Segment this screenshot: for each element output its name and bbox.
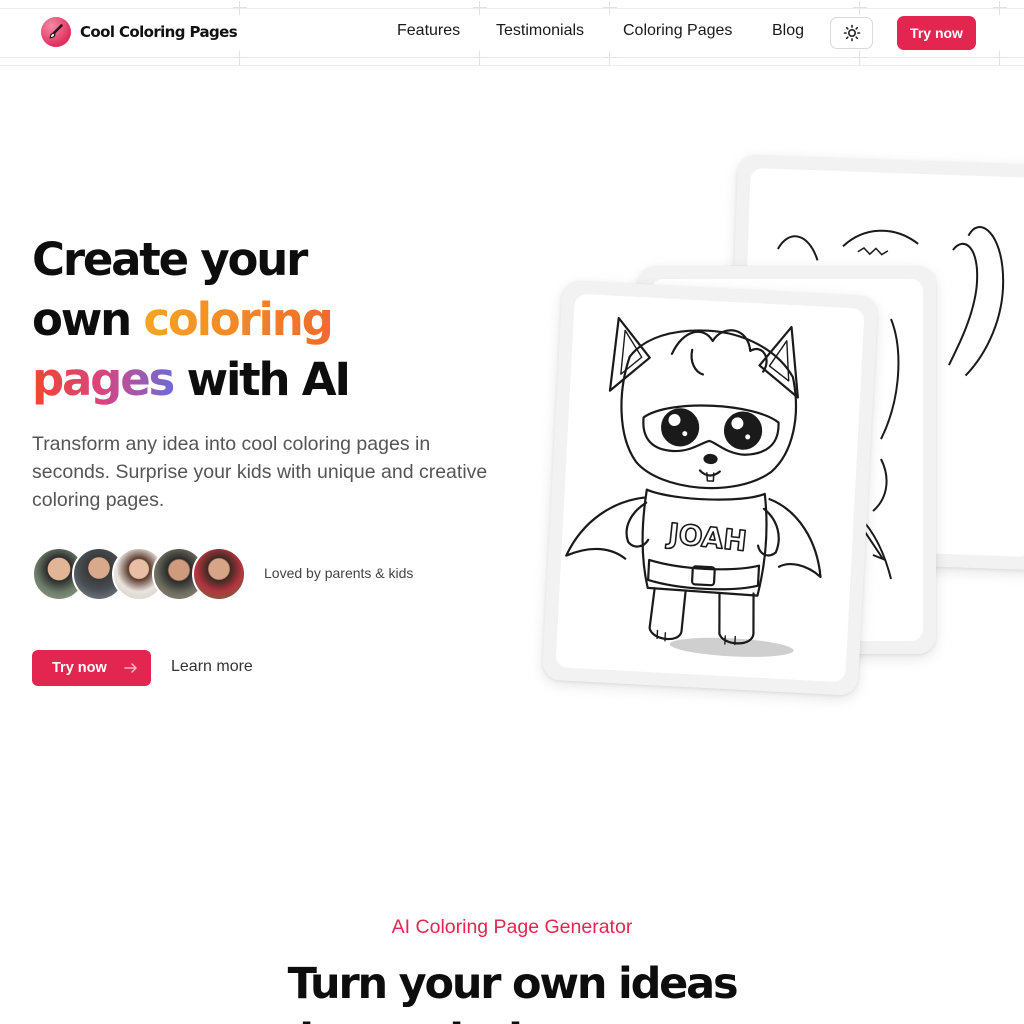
paintbrush-icon [41,17,71,47]
nav-link-features[interactable]: Features [397,22,460,40]
hero-subtitle: Transform any idea into cool coloring pa… [32,433,488,511]
learn-more-link[interactable]: Learn more [171,658,253,676]
nav-link-blog[interactable]: Blog [772,22,804,40]
site-header: Cool Coloring Pages Features Testimonial… [0,0,1024,66]
superhero-fox-coloring-illustration: JOAH [565,316,822,657]
grid-cross-decoration [473,1,487,15]
section-title-line-2: into coloring pages [0,1012,1024,1024]
nav-link-testimonials[interactable]: Testimonials [496,22,584,40]
header-try-now-button[interactable]: Try now [897,16,976,50]
hero-title-text: own [32,293,144,346]
hero-title-line-3: pages with AI [32,350,352,410]
coloring-page-sheet: JOAH [555,293,865,683]
social-proof-text: Loved by parents & kids [264,565,414,581]
theme-toggle-button[interactable] [830,17,873,49]
hero-title-text: Create your [32,233,308,286]
section-eyebrow: AI Coloring Page Generator [391,916,633,938]
section-title: Turn your own ideas into coloring pages [0,956,1024,1024]
nav-link-coloring-pages[interactable]: Coloring Pages [623,22,732,40]
grid-cross-decoration [853,1,867,15]
brand-name: Cool Coloring Pages [80,23,238,41]
brand-logo[interactable]: Cool Coloring Pages [41,17,238,47]
hero-title-line-1: Create your [32,230,349,290]
grid-cross-decoration [233,51,247,65]
grid-cross-decoration [603,51,617,65]
avatar [192,547,246,601]
section-title-line-1: Turn your own ideas [287,959,739,1009]
grid-cross-decoration [853,51,867,65]
grid-cross-decoration [603,1,617,15]
hero-title-line-2: own coloring [32,290,349,350]
hero-title-highlight-pages: pages [32,353,175,406]
grid-cross-decoration [473,51,487,65]
grid-cross-decoration [993,51,1007,65]
coloring-page-card-front[interactable]: JOAH [541,280,879,696]
hero-title-highlight-coloring: coloring [143,293,333,346]
hero-title: Create your own coloring pages with AI [32,230,352,410]
sun-icon [843,24,860,42]
grid-cross-decoration [993,1,1007,15]
card-name-text: JOAH [665,517,749,558]
arrow-right-icon [124,663,137,673]
hero-try-now-label: Try now [52,660,107,676]
hero-title-text: with AI [173,353,352,406]
grid-cross-decoration [233,1,247,15]
hero-try-now-button[interactable]: Try now [32,650,151,686]
